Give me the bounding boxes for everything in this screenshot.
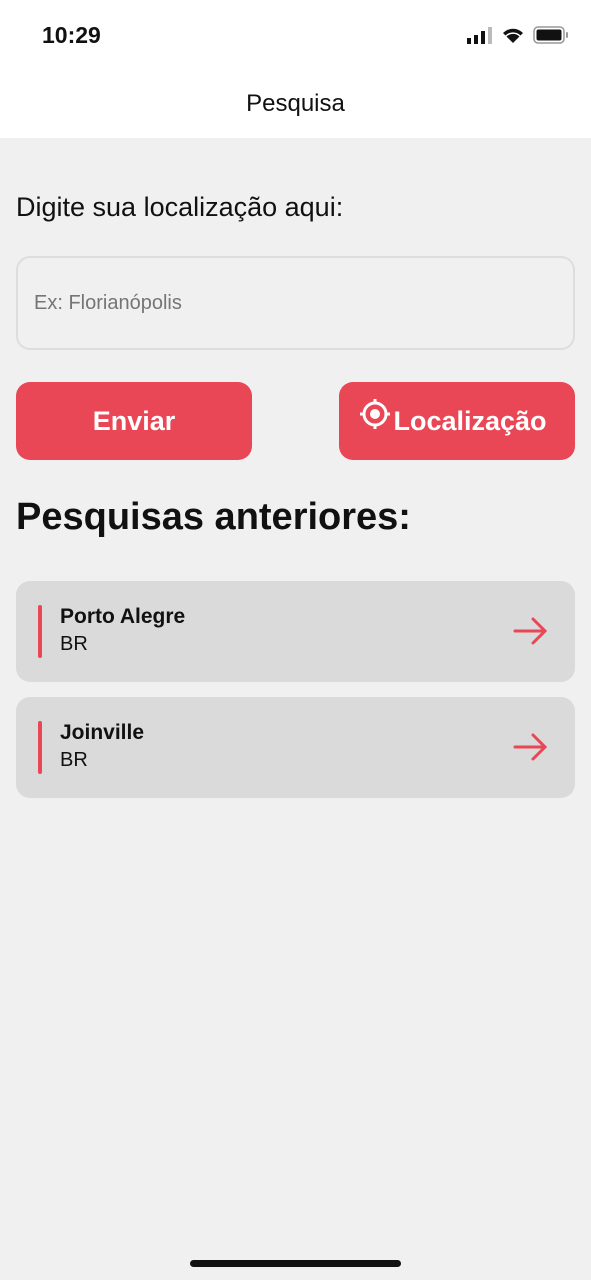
accent-bar [38,605,42,658]
send-button[interactable]: Enviar [16,382,252,460]
location-button[interactable]: Localização [339,382,575,460]
history-title: Pesquisas anteriores: [16,496,411,538]
wifi-icon [503,28,523,43]
nav-bar: Pesquisa [0,70,591,138]
accent-bar [38,721,42,774]
history-item[interactable]: Porto Alegre BR [16,581,575,682]
location-button-label: Localização [393,405,547,436]
history-city: Porto Alegre [60,605,186,628]
location-input[interactable] [16,256,575,350]
history-country: BR [60,749,88,771]
search-label: Digite sua localização aqui: [16,192,344,222]
crosshair-icon [360,399,391,429]
history-item[interactable]: Joinville BR [16,697,575,798]
status-bar: 10:29 [0,0,591,70]
history-city: Joinville [60,721,145,744]
battery-icon [533,26,568,44]
signal-icon [467,27,492,44]
page-title: Pesquisa [246,90,345,117]
send-button-label: Enviar [92,405,176,436]
home-indicator[interactable] [190,1260,401,1267]
history-country: BR [60,633,88,655]
status-time: 10:29 [42,22,101,48]
arrow-right-icon[interactable] [513,731,549,763]
arrow-right-icon[interactable] [513,615,549,647]
